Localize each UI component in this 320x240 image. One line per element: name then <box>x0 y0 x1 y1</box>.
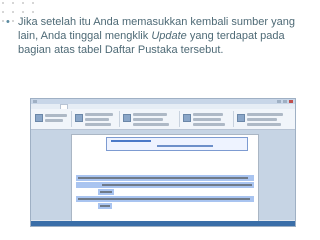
close-icon <box>289 100 293 103</box>
ribbon-button <box>193 113 223 116</box>
ribbon-button <box>85 118 109 121</box>
word-screenshot <box>30 98 296 227</box>
ribbon-button <box>133 118 163 121</box>
dot <box>12 11 14 13</box>
ribbon-button <box>193 123 225 126</box>
insert-citation-icon <box>123 114 131 122</box>
ribbon-group-index <box>235 111 291 127</box>
update-citations-button <box>157 145 213 147</box>
ribbon-button <box>247 123 281 126</box>
ribbon-button <box>247 118 277 121</box>
text-line <box>78 198 250 200</box>
insert-caption-icon <box>183 114 191 122</box>
ribbon-button <box>85 113 113 116</box>
ribbon-button <box>133 123 169 126</box>
ribbon-group-footnotes <box>73 111 120 127</box>
mark-entry-icon <box>237 114 245 122</box>
toc-icon <box>35 114 43 122</box>
document-area <box>31 130 295 222</box>
ribbon-button <box>45 119 63 122</box>
minimize-icon <box>277 100 281 103</box>
ribbon-button <box>247 113 283 116</box>
dot <box>32 11 34 13</box>
document-page <box>71 134 259 222</box>
ribbon-button <box>133 113 167 116</box>
ribbon-group-citations <box>121 111 180 127</box>
ribbon-button <box>193 118 221 121</box>
dot <box>22 11 24 13</box>
dot <box>2 11 4 13</box>
status-bar <box>31 221 295 226</box>
dot <box>2 20 4 22</box>
dot <box>12 2 14 4</box>
dot <box>32 2 34 4</box>
dot <box>22 2 24 4</box>
office-button-icon <box>33 100 37 103</box>
bibliography-field-box <box>106 137 248 151</box>
bullet-point: • Jika setelah itu Anda memasukkan kemba… <box>6 15 314 57</box>
ribbon-button <box>85 123 111 126</box>
ribbon <box>31 109 295 130</box>
ribbon-button <box>45 114 67 117</box>
text-line <box>78 177 248 179</box>
ribbon-group-captions <box>181 111 234 127</box>
bullet-icon: • <box>6 16 10 28</box>
dot <box>12 20 14 22</box>
text-line <box>102 184 252 186</box>
ribbon-group-toc <box>33 111 72 127</box>
footnote-icon <box>75 114 83 122</box>
text-line <box>100 191 112 193</box>
update-keyword: Update <box>151 30 187 42</box>
text-line <box>100 205 110 207</box>
dot <box>2 2 4 4</box>
bibliography-tab <box>111 140 151 142</box>
maximize-icon <box>283 100 287 103</box>
window-titlebar <box>31 99 295 104</box>
